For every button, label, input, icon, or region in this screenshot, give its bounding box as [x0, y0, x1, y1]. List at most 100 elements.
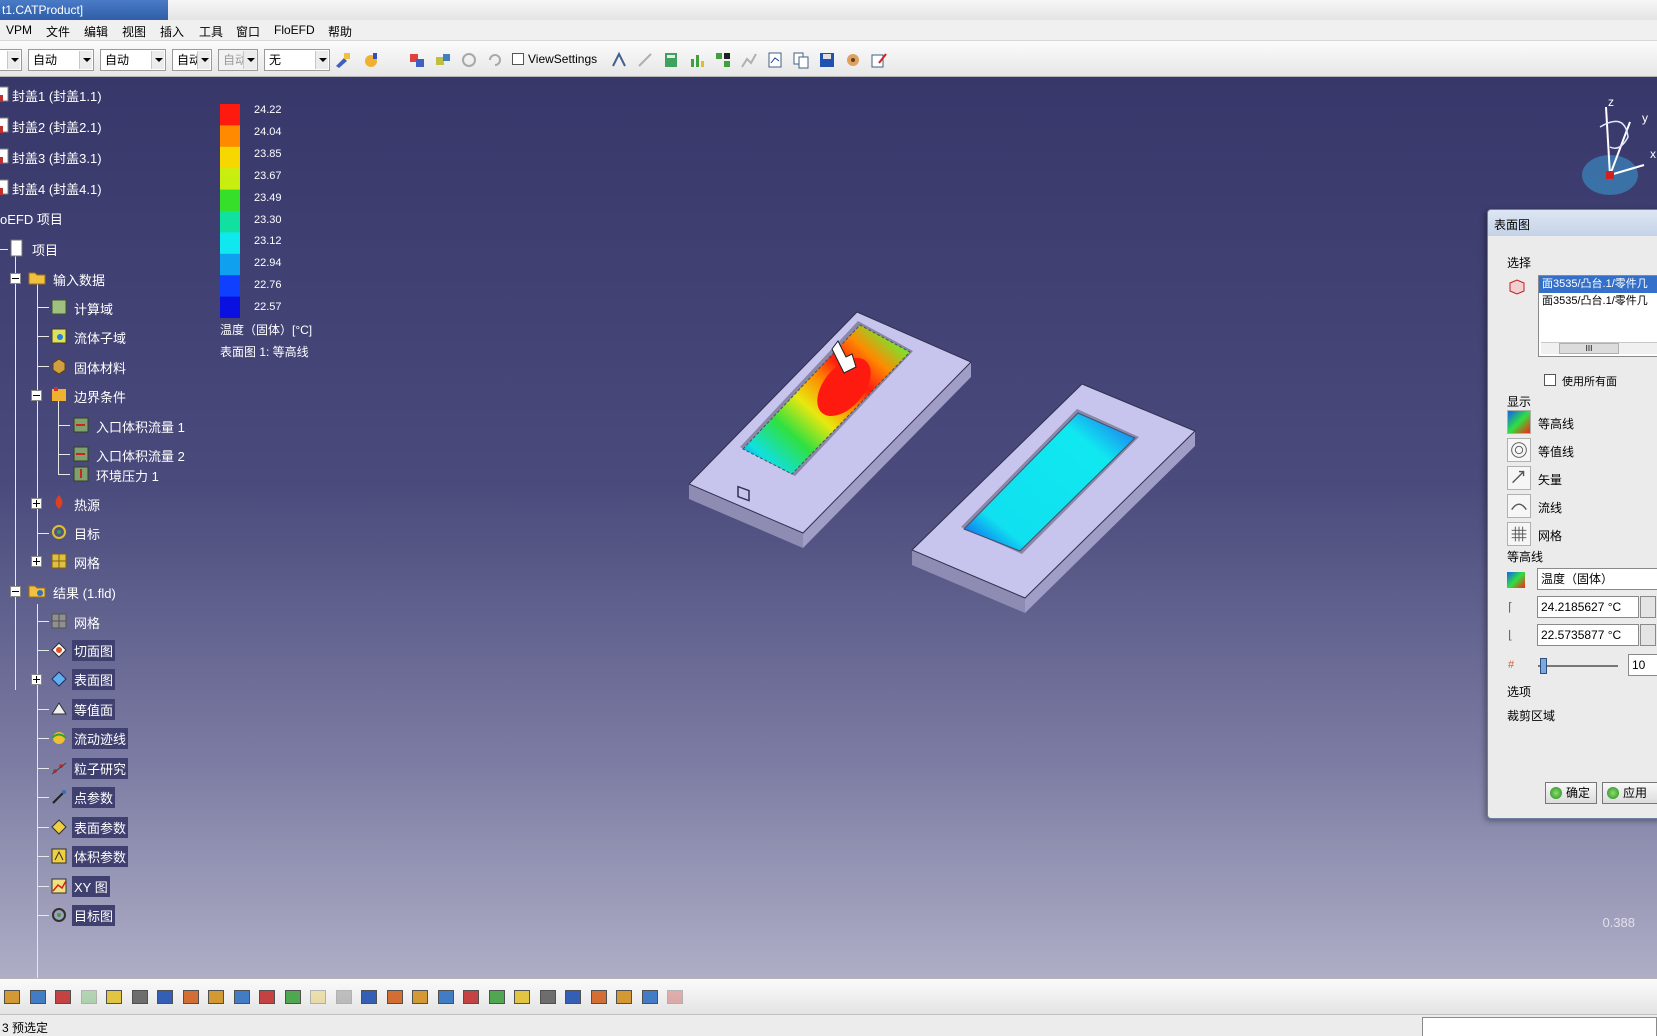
left-cover-block[interactable] — [688, 311, 972, 548]
pin-icon[interactable] — [610, 51, 628, 69]
tool-icon[interactable] — [386, 990, 403, 1004]
solid-icon[interactable] — [539, 990, 556, 1004]
combo-auto-2-value: 自动 — [105, 53, 130, 67]
rotate-disabled-icon[interactable] — [486, 51, 504, 69]
parameter-select[interactable]: 温度（固体） — [1537, 568, 1657, 590]
tool-icon[interactable] — [182, 990, 199, 1004]
paint-icon[interactable] — [362, 51, 380, 69]
save-icon[interactable] — [818, 51, 836, 69]
section-select: 选择 — [1507, 256, 1532, 270]
view-settings-label: ViewSettings — [528, 52, 598, 66]
axis-icon[interactable] — [667, 990, 683, 1004]
sketch-icon[interactable] — [4, 990, 20, 1004]
solid-icon[interactable] — [131, 990, 148, 1004]
combo-auto-4[interactable]: 自动 — [218, 49, 258, 71]
display-isolines[interactable]: 等值线 — [1538, 443, 1574, 460]
menu-vpm[interactable]: VPM — [6, 23, 32, 37]
surface-icon[interactable] — [106, 990, 122, 1004]
probe-disabled-icon[interactable] — [636, 51, 654, 69]
triad-y-label: y — [1642, 111, 1648, 125]
sketch-icon[interactable] — [412, 990, 428, 1004]
vectors-icon[interactable] — [1507, 466, 1531, 490]
model-3d[interactable] — [0, 77, 1657, 978]
display-contours[interactable]: 等高线 — [1538, 415, 1574, 432]
status-text: 3 预选定 — [2, 1021, 49, 1035]
min-value-input[interactable]: 22.5735877 °C — [1537, 624, 1639, 646]
contours-icon[interactable] — [1507, 410, 1531, 434]
combo-auto-3[interactable]: 自动 — [172, 49, 212, 71]
selection-row[interactable]: 面3535/凸台.1/零件几 — [1539, 293, 1657, 310]
feature-icon[interactable] — [157, 990, 173, 1004]
selection-list[interactable]: 面3535/凸台.1/零件几 面3535/凸台.1/零件几 III — [1538, 275, 1657, 357]
levels-input[interactable]: 10 — [1628, 654, 1657, 676]
selection-row[interactable]: 面3535/凸台.1/零件几 — [1539, 276, 1657, 293]
apply-button[interactable]: 应用 — [1602, 782, 1657, 804]
sketch-icon[interactable] — [208, 990, 224, 1004]
menu-edit[interactable]: 编辑 — [84, 23, 108, 40]
report-icon[interactable] — [766, 51, 784, 69]
checker-icon[interactable] — [714, 51, 732, 69]
menu-view[interactable]: 视图 — [122, 23, 146, 40]
scroll-thumb[interactable]: III — [1559, 343, 1619, 354]
point-icon[interactable] — [488, 990, 505, 1004]
selection-scrollbar[interactable]: III — [1541, 342, 1657, 354]
solid-icon[interactable] — [335, 990, 352, 1004]
triad-x-label: x — [1650, 147, 1656, 161]
isolines-icon[interactable] — [1507, 438, 1531, 462]
display-mesh[interactable]: 网格 — [1538, 527, 1562, 544]
feature-icon[interactable] — [565, 990, 581, 1004]
surface-icon[interactable] — [514, 990, 530, 1004]
levels-slider-thumb[interactable] — [1540, 658, 1547, 674]
display-vectors[interactable]: 矢量 — [1538, 471, 1562, 488]
menu-file[interactable]: 文件 — [46, 23, 70, 40]
assembly-icon[interactable] — [408, 51, 426, 69]
command-input[interactable] — [1422, 1017, 1657, 1036]
menu-floefd[interactable]: FloEFD — [274, 23, 315, 37]
max-value-spinner[interactable] — [1640, 596, 1656, 618]
view-settings-checkbox[interactable] — [512, 53, 524, 65]
hand-settings-icon[interactable] — [844, 51, 862, 69]
plane-icon[interactable] — [29, 990, 46, 1004]
parts-icon[interactable] — [434, 51, 452, 69]
triad-z-label: z — [1608, 95, 1614, 109]
surface-icon[interactable] — [310, 990, 326, 1004]
tool-icon[interactable] — [590, 990, 607, 1004]
levels-icon: # — [1508, 659, 1515, 671]
axis-icon[interactable] — [463, 990, 479, 1004]
copy-icon[interactable] — [792, 51, 810, 69]
menu-tools[interactable]: 工具 — [199, 23, 223, 40]
mesh-grid-icon[interactable] — [1507, 522, 1531, 546]
plane-icon[interactable] — [641, 990, 658, 1004]
axis-icon[interactable] — [259, 990, 275, 1004]
menu-help[interactable]: 帮助 — [328, 23, 352, 40]
plane-icon[interactable] — [437, 990, 454, 1004]
point-icon[interactable] — [284, 990, 301, 1004]
ok-button[interactable]: 确定 — [1545, 782, 1597, 804]
combo-auto-2[interactable]: 自动 — [100, 49, 166, 71]
graph-disabled-icon[interactable] — [740, 51, 758, 69]
use-all-faces-checkbox[interactable] — [1544, 374, 1556, 386]
display-streamlines[interactable]: 流线 — [1538, 499, 1562, 516]
streamlines-icon[interactable] — [1507, 494, 1531, 518]
graphics-viewport[interactable]: 封盖1 (封盖1.1) 封盖2 (封盖2.1) 封盖3 (封盖3.1) 封盖4 … — [0, 77, 1657, 978]
point-icon[interactable] — [80, 990, 97, 1004]
combo-0[interactable] — [0, 49, 22, 71]
right-cover-block[interactable] — [911, 383, 1196, 613]
plane-icon[interactable] — [233, 990, 250, 1004]
levels-slider-track[interactable] — [1538, 665, 1618, 667]
max-value-input[interactable]: 24.2185627 °C — [1537, 596, 1639, 618]
sketch-icon[interactable] — [616, 990, 632, 1004]
bar-chart-icon[interactable] — [688, 51, 706, 69]
calculator-icon[interactable] — [662, 51, 680, 69]
feature-icon[interactable] — [361, 990, 377, 1004]
gear-disabled-icon[interactable] — [460, 51, 478, 69]
brush-icon[interactable] — [334, 51, 352, 69]
min-value-spinner[interactable] — [1640, 624, 1656, 646]
menu-insert[interactable]: 插入 — [160, 23, 184, 40]
window-title: t1.CATProduct] — [0, 0, 168, 20]
menu-window[interactable]: 窗口 — [236, 23, 260, 40]
combo-none[interactable]: 无 — [264, 49, 330, 71]
combo-auto-1[interactable]: 自动 — [28, 49, 94, 71]
edit-icon[interactable] — [870, 51, 888, 69]
axis-icon[interactable] — [55, 990, 71, 1004]
